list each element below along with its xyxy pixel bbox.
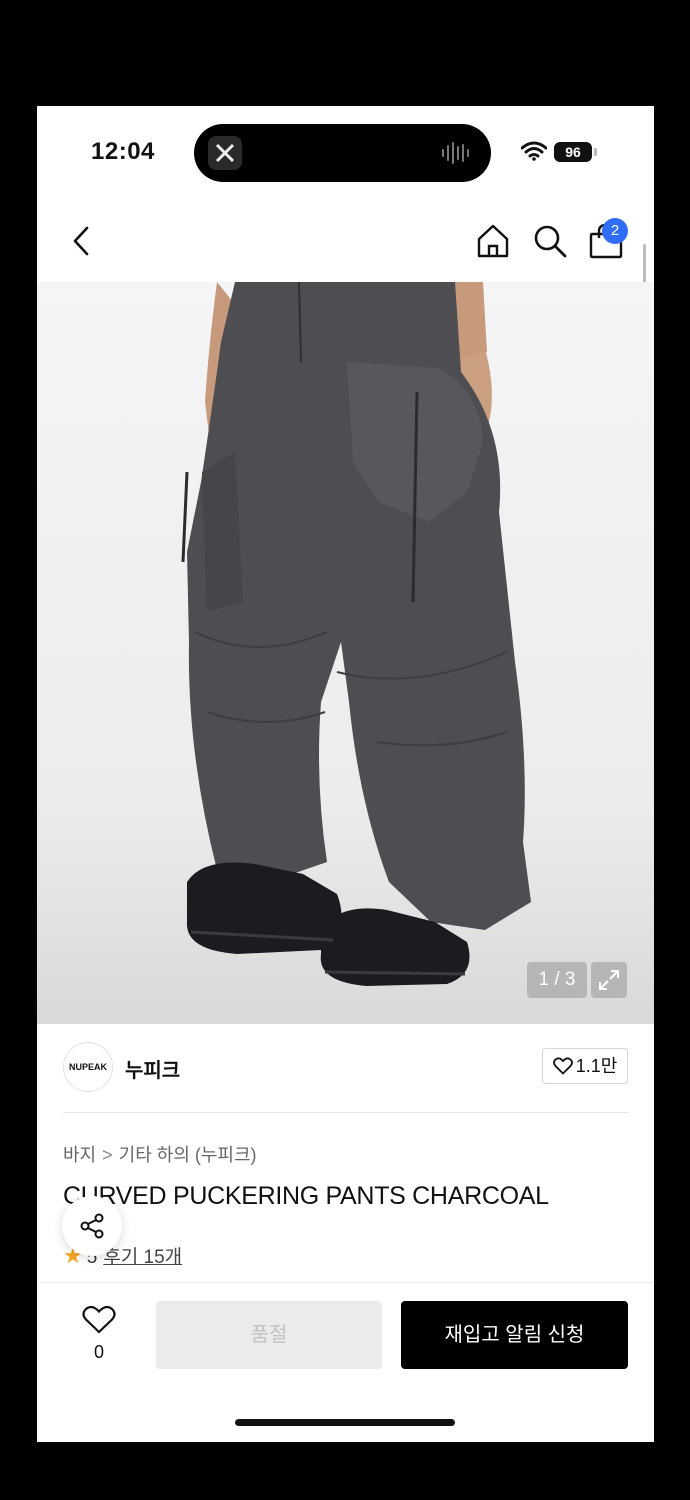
product-image[interactable]: 1 / 3 xyxy=(37,282,654,1024)
bottom-action-bar: 0 품절 재입고 알림 신청 xyxy=(37,1282,654,1403)
restock-alert-button[interactable]: 재입고 알림 신청 xyxy=(401,1301,628,1369)
top-nav xyxy=(37,216,654,266)
search-icon[interactable] xyxy=(531,222,569,260)
breadcrumb-category[interactable]: 바지 xyxy=(63,1145,96,1165)
share-icon xyxy=(80,1213,104,1239)
wifi-icon xyxy=(521,141,547,161)
brand-logo[interactable]: NUPEAK xyxy=(63,1042,113,1092)
dynamic-island xyxy=(194,124,491,182)
battery-level: 96 xyxy=(554,142,592,162)
divider xyxy=(63,1112,628,1113)
audio-wave-icon xyxy=(442,142,469,164)
home-indicator[interactable] xyxy=(235,1419,455,1426)
heart-icon xyxy=(552,1057,573,1075)
status-bar: 12:04 96 xyxy=(37,106,654,196)
now-playing-app-icon xyxy=(208,136,242,170)
breadcrumb-separator: > xyxy=(102,1145,113,1165)
battery-tip xyxy=(594,148,597,156)
product-title: CURVED PUCKERING PANTS CHARCOAL xyxy=(63,1182,549,1210)
share-button[interactable] xyxy=(62,1196,122,1256)
app-screen: 12:04 96 2 1 / 3 NUPEAK 누피크 1.1만 바지 > 기타… xyxy=(37,106,654,1442)
product-photo-pants xyxy=(181,282,531,986)
expand-icon[interactable] xyxy=(591,962,627,998)
wishlist-count: 0 xyxy=(93,1342,104,1362)
back-icon[interactable] xyxy=(67,224,97,258)
soldout-button[interactable]: 품절 xyxy=(156,1301,382,1369)
brand-like-button[interactable]: 1.1만 xyxy=(542,1048,628,1084)
breadcrumb: 바지 > 기타 하의 (누피크) xyxy=(63,1141,257,1167)
image-counter: 1 / 3 xyxy=(527,962,587,998)
status-time: 12:04 xyxy=(91,138,155,165)
home-icon[interactable] xyxy=(474,222,512,260)
cart-count-badge: 2 xyxy=(602,218,628,244)
brand-like-count: 1.1만 xyxy=(575,1056,618,1076)
heart-icon xyxy=(82,1305,116,1334)
wishlist-button[interactable]: 0 xyxy=(81,1305,117,1363)
breadcrumb-subcategory[interactable]: 기타 하의 (누피크) xyxy=(119,1145,257,1165)
reviews-link[interactable]: 후기 15개 xyxy=(103,1247,182,1268)
brand-name[interactable]: 누피크 xyxy=(125,1054,180,1083)
brand-row: NUPEAK 누피크 1.1만 xyxy=(63,1042,628,1098)
